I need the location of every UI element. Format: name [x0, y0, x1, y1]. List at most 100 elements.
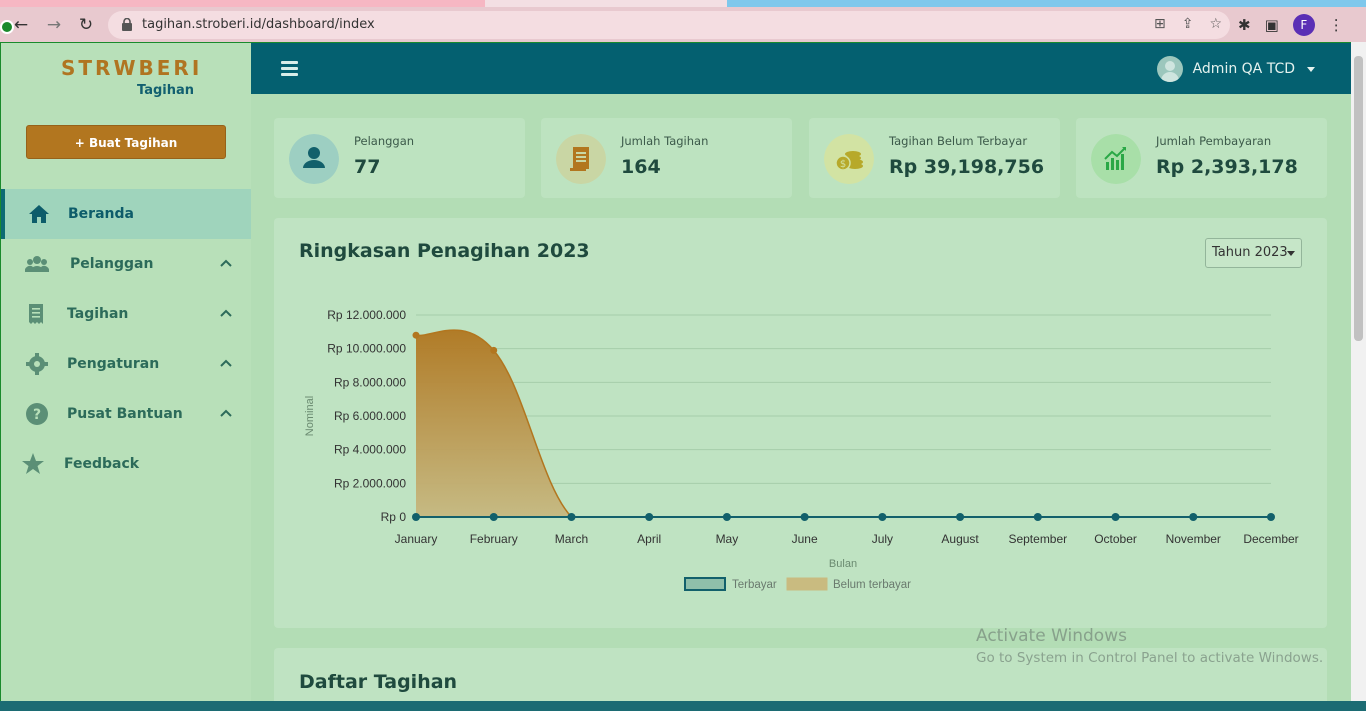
data-point-terbayar: [567, 513, 576, 521]
star-icon: [22, 453, 44, 474]
top-header: Admin QA TCD: [251, 43, 1351, 94]
data-point-belum-terbayar: [490, 346, 498, 354]
data-point-belum-terbayar: [412, 331, 420, 339]
user-icon: [289, 134, 339, 184]
sidebar-item-label: Tagihan: [67, 306, 129, 322]
legend-swatch-belum-terbayar: [786, 577, 828, 591]
home-icon: [29, 205, 49, 223]
users-icon: [25, 256, 49, 272]
user-name: Admin QA TCD: [1192, 61, 1295, 77]
chevron-up-icon[interactable]: [220, 309, 232, 317]
data-point-terbayar: [489, 513, 498, 521]
stat-value: 77: [354, 156, 381, 178]
legend-swatch-terbayar: [684, 577, 726, 591]
chevron-up-icon[interactable]: [220, 259, 232, 267]
x-axis-title: Bulan: [829, 558, 857, 570]
sidebar-item-label: Pusat Bantuan: [67, 406, 183, 422]
data-point-terbayar: [1267, 513, 1275, 521]
legend-label-terbayar: Terbayar: [732, 579, 777, 591]
sidebar-item-pengaturan[interactable]: Pengaturan: [1, 339, 251, 389]
tab-active[interactable]: [0, 0, 485, 7]
svg-text:$: $: [840, 159, 846, 170]
translate-icon[interactable]: ⊞: [1154, 16, 1166, 32]
create-invoice-button[interactable]: + Buat Tagihan: [26, 125, 226, 159]
stat-label: Pelanggan: [354, 134, 415, 148]
lock-icon: [122, 18, 132, 31]
x-tick-label: October: [1094, 532, 1137, 546]
profile-avatar[interactable]: F: [1292, 14, 1315, 36]
billing-chart: Rp 0 Rp 2.000.000 Rp 4.000.000 Rp 6.000.000…: [304, 308, 1299, 591]
browser-toolbar: ← → ↻ tagihan.stroberi.id/dashboard/inde…: [0, 0, 1366, 42]
data-point-terbayar: [878, 513, 887, 521]
sidebar-item-beranda[interactable]: Beranda: [1, 189, 251, 239]
sidebar-item-label: Pelanggan: [70, 256, 154, 272]
stat-value: Rp 2,393,178: [1156, 156, 1298, 178]
page-scrollbar[interactable]: [1351, 42, 1366, 711]
sidebar-item-pelanggan[interactable]: Pelanggan: [1, 239, 251, 289]
remote-session-icon: [0, 20, 14, 34]
y-tick-label: Rp 12.000.000: [327, 308, 406, 322]
invoice-icon: [556, 134, 606, 184]
data-point-terbayar: [412, 513, 420, 521]
menu-toggle-icon[interactable]: [281, 61, 298, 76]
data-point-terbayar: [722, 513, 731, 521]
y-tick-label: Rp 8.000.000: [334, 375, 406, 389]
sidebar-item-pusat-bantuan[interactable]: ? Pusat Bantuan: [1, 389, 251, 439]
x-tick-label: March: [555, 532, 588, 546]
logo[interactable]: STRWBERI Tagihan: [61, 56, 203, 101]
menu-dots-icon[interactable]: ⋮: [1329, 16, 1344, 34]
stat-card-tagihan-belum-terbayar: $ Tagihan Belum Terbayar Rp 39,198,756: [809, 118, 1060, 198]
x-tick-label: August: [941, 532, 979, 546]
chevron-up-icon[interactable]: [220, 409, 232, 417]
tab-strip: [0, 0, 1366, 7]
sidebar-item-label: Feedback: [64, 456, 140, 472]
page-viewport: STRWBERI Tagihan + Buat Tagihan Beranda …: [0, 42, 1352, 711]
sidebar-item-feedback[interactable]: Feedback: [1, 439, 251, 489]
invoice-list-title: Daftar Tagihan: [299, 671, 458, 693]
caret-down-icon: [1307, 66, 1315, 72]
bookmark-star-icon[interactable]: ☆: [1209, 16, 1222, 32]
stat-card-pelanggan: Pelanggan 77: [274, 118, 525, 198]
receipt-icon: [29, 304, 43, 324]
chevron-up-icon[interactable]: [220, 359, 232, 367]
x-tick-label: June: [792, 532, 818, 546]
share-icon[interactable]: ⇪: [1182, 16, 1194, 32]
chart-up-icon: [1091, 134, 1141, 184]
chart-panel: Ringkasan Penagihan 2023 Tahun 2023 Rp 0…: [274, 218, 1327, 628]
stat-label: Tagihan Belum Terbayar: [889, 134, 1028, 148]
gear-icon: [26, 353, 48, 375]
nav-row: ← → ↻ tagihan.stroberi.id/dashboard/inde…: [0, 7, 1366, 42]
logo-text: STRWBERI: [61, 56, 203, 80]
x-tick-label: January: [395, 532, 438, 546]
address-bar[interactable]: tagihan.stroberi.id/dashboard/index ⊞ ⇪ …: [108, 11, 1230, 39]
watermark-line1: Activate Windows: [976, 626, 1127, 646]
x-tick-label: February: [470, 532, 518, 546]
svg-text:?: ?: [33, 407, 41, 423]
data-point-terbayar: [800, 513, 809, 521]
windows-watermark: Activate Windows Go to System in Control…: [976, 626, 1323, 666]
os-taskbar: [0, 701, 1366, 711]
stat-label: Jumlah Tagihan: [621, 134, 709, 148]
stat-card-jumlah-tagihan: Jumlah Tagihan 164: [541, 118, 792, 198]
avatar: [1156, 56, 1183, 82]
data-point-terbayar: [645, 513, 654, 521]
x-tick-label: September: [1008, 532, 1067, 546]
extensions-icon[interactable]: ✱: [1238, 16, 1251, 34]
scroll-thumb[interactable]: [1354, 56, 1363, 341]
reload-icon[interactable]: ↻: [75, 15, 97, 35]
x-tick-label: July: [872, 532, 893, 546]
sidepanel-icon[interactable]: ▣: [1265, 16, 1279, 34]
help-icon: ?: [26, 403, 48, 425]
watermark-line2: Go to System in Control Panel to activat…: [976, 650, 1324, 666]
user-menu[interactable]: Admin QA TCD: [1156, 56, 1315, 82]
y-tick-label: Rp 0: [381, 510, 407, 524]
y-tick-label: Rp 4.000.000: [334, 443, 406, 457]
sidebar-item-tagihan[interactable]: Tagihan: [1, 289, 251, 339]
sidebar-item-label: Pengaturan: [67, 356, 160, 372]
y-tick-label: Rp 2.000.000: [334, 476, 406, 490]
forward-icon[interactable]: →: [43, 15, 65, 35]
legend-label-belum-terbayar: Belum terbayar: [833, 579, 911, 591]
sidebar: STRWBERI Tagihan + Buat Tagihan Beranda …: [1, 43, 251, 710]
x-tick-label: April: [637, 532, 661, 546]
tab-other[interactable]: [727, 0, 1366, 7]
